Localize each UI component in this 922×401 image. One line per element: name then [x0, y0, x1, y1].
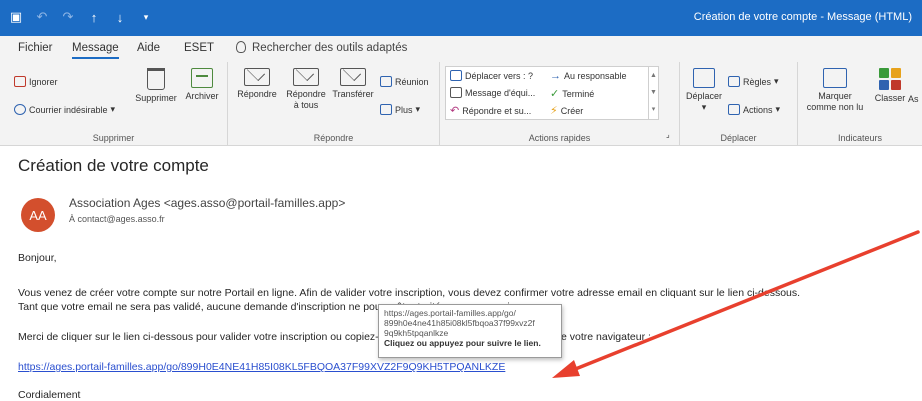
calendar-icon: [380, 76, 392, 87]
archive-button[interactable]: Archiver: [180, 68, 224, 102]
chevron-down-icon: ▾: [701, 102, 707, 112]
tags-group: Marquer comme non lu Classer As Indicate…: [798, 62, 922, 146]
meeting-button[interactable]: Réunion: [380, 76, 429, 87]
sender-address[interactable]: Association Ages <ages.asso@portail-fami…: [69, 196, 345, 210]
quick-steps-gallery: Déplacer vers : ? Message d'équi... ↶ Ré…: [445, 66, 659, 120]
message-subject: Création de votre compte: [18, 156, 209, 175]
delete-button[interactable]: Supprimer: [132, 68, 180, 104]
tooltip-url-line-3: 9q9kh5tpqanlkze: [384, 328, 449, 338]
annotation-arrow-head: [552, 360, 580, 378]
quick-step-to-manager[interactable]: → Au responsable: [550, 70, 627, 82]
delete-group-label: Supprimer: [92, 133, 135, 143]
validation-link[interactable]: https://ages.portail-familles.app/go/899…: [18, 361, 505, 373]
categorize-button[interactable]: Classer: [870, 68, 910, 104]
reply-button[interactable]: Répondre: [234, 68, 280, 100]
reply-arrow-icon: ↶: [450, 105, 460, 117]
sender-avatar[interactable]: AA: [21, 198, 55, 232]
move-folder-icon: [693, 68, 715, 88]
paragraph-1: Vous venez de créer votre compte sur not…: [18, 287, 801, 299]
actions-icon: [728, 104, 740, 115]
quick-step-move-to[interactable]: Déplacer vers : ?: [450, 70, 533, 81]
link-tooltip: https://ages.portail-familles.app/go/ 89…: [378, 304, 562, 358]
respond-group-label: Répondre: [313, 133, 354, 143]
redo-icon[interactable]: ↷: [60, 9, 76, 25]
assign-button[interactable]: As: [908, 94, 922, 105]
quick-steps-group: Déplacer vers : ? Message d'équi... ↶ Ré…: [440, 62, 680, 146]
tooltip-hint: Cliquez ou appuyez pour suivre le lien.: [384, 338, 541, 348]
folder-move-icon: [450, 70, 462, 81]
forward-arrow-icon: →: [550, 70, 561, 82]
ignore-button[interactable]: Ignorer: [14, 76, 58, 87]
chevron-down-icon: ▾: [775, 104, 781, 114]
more-respond-button[interactable]: Plus ▾: [380, 104, 420, 115]
greeting: Bonjour,: [18, 252, 57, 264]
quick-steps-group-label: Actions rapides: [528, 133, 591, 143]
quick-step-reply-delete[interactable]: ↶ Répondre et su...: [450, 104, 531, 117]
reply-all-icon: [293, 68, 319, 86]
tab-fichier[interactable]: Fichier: [18, 42, 53, 54]
ribbon: Ignorer Courrier indésirable ▾ Supprimer…: [0, 62, 922, 146]
quick-access-toolbar: ▣ ↶ ↷ ↑ ↓ ▾: [8, 9, 154, 25]
quick-step-team-message[interactable]: Message d'équi...: [450, 87, 535, 98]
ribbon-tabs: Fichier Message Aide ESET Rechercher des…: [0, 36, 922, 62]
tab-message[interactable]: Message: [72, 42, 119, 59]
quick-step-create[interactable]: ⚡ Créer: [550, 104, 583, 117]
rules-icon: [728, 76, 740, 87]
forward-button[interactable]: Transférer: [330, 68, 376, 100]
quick-step-done[interactable]: ✓ Terminé: [550, 87, 594, 100]
delete-group: Ignorer Courrier indésirable ▾ Supprimer…: [0, 62, 228, 146]
actions-button[interactable]: Actions ▾: [728, 104, 780, 115]
tab-aide[interactable]: Aide: [137, 42, 160, 54]
title-bar: ▣ ↶ ↷ ↑ ↓ ▾ Création de votre compte - M…: [0, 0, 922, 36]
reply-all-button[interactable]: Répondre à tous: [282, 68, 330, 111]
mark-unread-button[interactable]: Marquer comme non lu: [804, 68, 866, 113]
checkmark-icon: ✓: [550, 88, 560, 100]
mail-icon: [450, 87, 462, 98]
tags-group-label: Indicateurs: [837, 133, 883, 143]
unread-envelope-icon: [823, 68, 847, 88]
archive-icon: [191, 68, 213, 88]
save-icon[interactable]: ▣: [8, 9, 24, 25]
rules-button[interactable]: Règles ▾: [728, 76, 779, 87]
junk-icon: [14, 104, 26, 115]
move-button[interactable]: Déplacer ▾: [682, 68, 726, 113]
up-arrow-icon[interactable]: ↑: [86, 9, 102, 25]
window-title: Création de votre compte - Message (HTML…: [693, 11, 912, 23]
tooltip-url-line-2: 899h0e4ne41h85i08kl5fbqoa37f99xvz2f: [384, 318, 535, 328]
tooltip-url-line-1: https://ages.portail-familles.app/go/: [384, 308, 516, 318]
move-group: Déplacer ▾ Règles ▾ Actions ▾ Déplacer: [680, 62, 798, 146]
down-arrow-icon[interactable]: ↓: [112, 9, 128, 25]
undo-icon[interactable]: ↶: [34, 9, 50, 25]
ignore-icon: [14, 76, 26, 87]
move-group-label: Déplacer: [720, 133, 757, 143]
quick-steps-scroll[interactable]: ▲ ▼ ▾: [648, 67, 658, 119]
categorize-icon: [879, 68, 901, 90]
tell-me-search[interactable]: Rechercher des outils adaptés: [236, 41, 408, 54]
annotation-arrow-line: [566, 230, 920, 374]
reply-icon: [244, 68, 270, 86]
chevron-down-icon: ▾: [110, 104, 116, 114]
lightning-icon: ⚡: [550, 105, 558, 117]
respond-group: Répondre Répondre à tous Transférer Réun…: [228, 62, 440, 146]
more-icon: [380, 104, 392, 115]
trash-icon: [147, 68, 165, 90]
customize-toolbar-icon[interactable]: ▾: [138, 9, 154, 25]
tell-me-label: Rechercher des outils adaptés: [252, 42, 408, 54]
lightbulb-icon: [236, 41, 246, 53]
recipient-line[interactable]: À contact@ages.asso.fr: [69, 214, 165, 224]
chevron-down-icon: ▾: [774, 76, 779, 86]
chevron-down-icon: ▾: [415, 104, 421, 114]
closing: Cordialement: [18, 389, 81, 401]
forward-icon: [340, 68, 366, 86]
tab-eset[interactable]: ESET: [184, 42, 214, 54]
junk-button[interactable]: Courrier indésirable ▾: [14, 104, 115, 115]
